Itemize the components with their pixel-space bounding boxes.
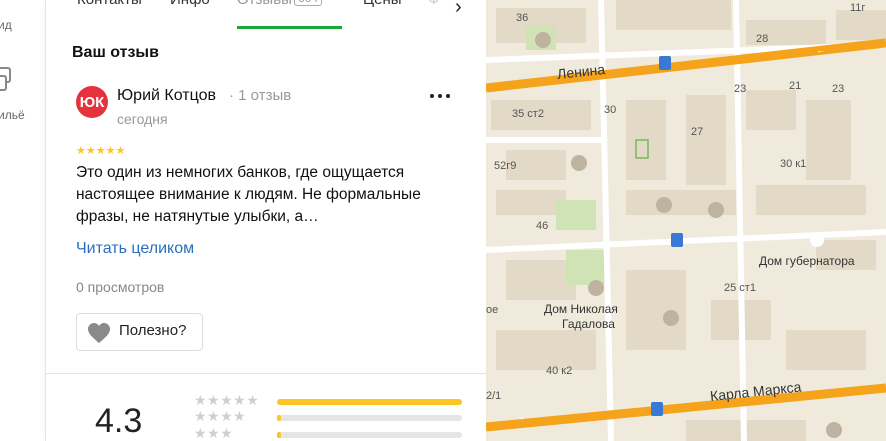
reviews-panel: Контакты Инфо Отзывы664 Цены Ф › Ваш отз… [45,0,486,441]
rating-bar-track [277,432,462,438]
author-review-count-text: 1 отзыв [238,87,292,104]
place-label-nikolay-house[interactable]: Дом Николая [544,302,618,316]
rating-row-stars: ★★★★ [194,408,247,424]
rating-bar-fill [277,432,281,438]
views-count: 0 просмотров [76,279,165,295]
svg-text:←: ← [816,45,825,55]
tab-contacts[interactable]: Контакты [77,0,142,8]
rating-row-stars: ★★★ [194,425,234,441]
left-rail: ид ильё [0,0,45,441]
house-number: 35 ст2 [512,108,544,120]
place-label-governor-house[interactable]: Дом губернатора [759,254,855,268]
house-number: 28 [756,33,769,45]
housing-icon[interactable] [0,64,18,99]
tab-photos[interactable]: Ф [428,0,439,8]
rating-bar-fill [277,415,281,421]
section-title: Ваш отзыв [72,44,159,61]
heart-icon [87,322,111,349]
rail-item-housing-label[interactable]: ильё [0,108,25,122]
tab-reviews[interactable]: Отзывы664 [237,0,322,8]
house-number: 2/1 [486,390,502,402]
rating-bar-track [277,415,462,421]
review-text: Это один из немногих банков, где ощущает… [76,164,421,225]
house-number: оe [486,304,499,316]
chevron-right-icon[interactable]: › [455,0,462,19]
review-rating-stars: ★★★★★ [76,145,126,157]
house-number: 30 к1 [780,158,807,170]
rating-bar-fill [277,399,462,405]
house-number: 11г [850,2,866,14]
more-options-icon[interactable] [430,94,452,100]
active-tab-indicator [237,26,342,29]
reviews-count-badge: 664 [293,0,322,6]
house-number: 25 ст1 [724,282,756,294]
review-date: сегодня [117,111,168,127]
house-number: 21 [789,80,802,92]
author-review-count: · 1 отзыв [229,87,292,104]
house-number: 23 [734,83,747,95]
house-number: 30 [604,104,617,116]
place-label-gadalov[interactable]: Гадалова [562,317,615,331]
house-number: 40 к2 [546,365,573,377]
divider [46,373,486,374]
house-number: 52г9 [494,160,517,172]
useful-button[interactable]: Полезно? [76,313,203,351]
read-more-link[interactable]: Читать целиком [76,240,194,258]
rail-item-guide-label[interactable]: ид [0,18,12,32]
rating-row-stars: ★★★★★ [194,392,260,408]
house-number: 46 [536,220,549,232]
useful-label: Полезно? [119,322,187,339]
house-number: 36 [516,12,529,24]
house-number: 23 [832,83,845,95]
tab-reviews-label: Отзывы [237,0,292,8]
house-number: 27 [691,126,704,138]
svg-text:→: → [516,412,525,422]
avatar[interactable]: ЮК [76,86,108,118]
tab-info[interactable]: Инфо [170,0,210,8]
tab-prices[interactable]: Цены [363,0,402,8]
rating-value: 4.3 [95,402,143,440]
rating-bar-track [277,399,462,405]
author-name[interactable]: Юрий Котцов [117,87,216,105]
map[interactable]: ← → 36 28 23 21 23 35 ст2 30 27 52г9 30 … [486,0,886,441]
tab-bar: Контакты Инфо Отзывы664 Цены Ф › [46,0,486,32]
